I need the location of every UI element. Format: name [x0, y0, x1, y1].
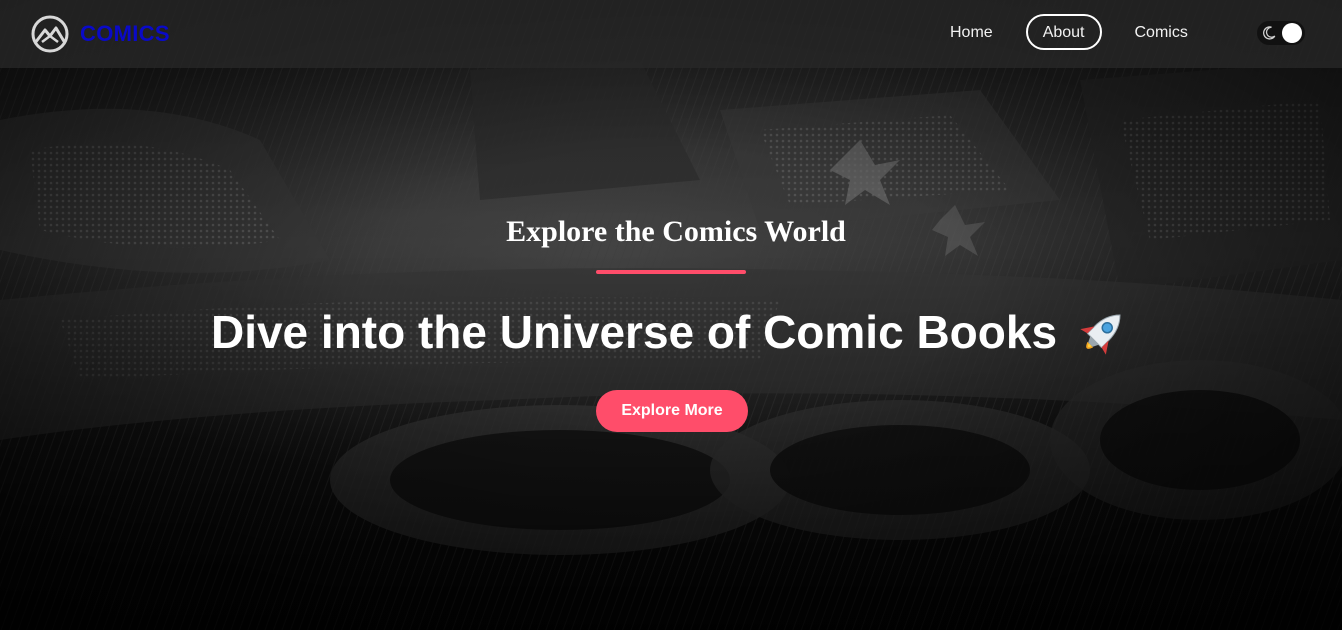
hero-title-wrapper: Dive into the Universe of Comic Books — [0, 304, 1342, 360]
hero-divider — [596, 270, 746, 274]
mountain-logo-icon — [31, 15, 69, 53]
nav-link-comics[interactable]: Comics — [1118, 14, 1205, 50]
navbar: COMICS Home About Comics — [0, 0, 1342, 68]
brand[interactable]: COMICS — [30, 14, 170, 54]
rocket-icon — [1080, 314, 1121, 355]
hero-content: Explore the Comics World Dive into the U… — [0, 212, 1342, 432]
toggle-knob[interactable] — [1282, 23, 1302, 43]
explore-more-button[interactable]: Explore More — [596, 390, 748, 432]
nav-link-about[interactable]: About — [1025, 14, 1102, 50]
hero-title: Dive into the Universe of Comic Books — [210, 306, 1058, 358]
moon-icon — [1263, 26, 1276, 40]
nav-links: Home About Comics — [930, 14, 1205, 50]
nav-link-home[interactable]: Home — [933, 14, 1010, 50]
brand-name: COMICS — [80, 21, 170, 46]
theme-toggle[interactable] — [1257, 21, 1305, 45]
hero-subtitle: Explore the Comics World — [506, 215, 846, 248]
